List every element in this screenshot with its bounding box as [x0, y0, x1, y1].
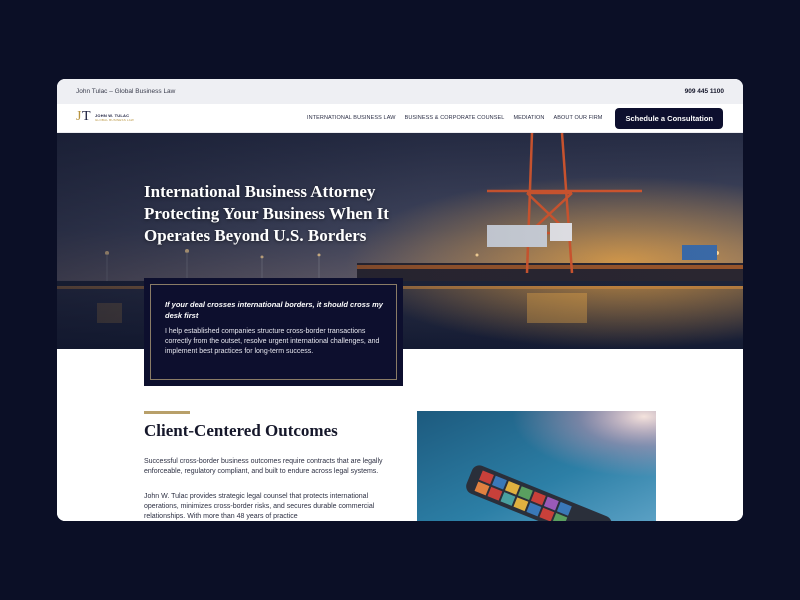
section-title: Client-Centered Outcomes [144, 421, 338, 440]
phone-number[interactable]: 909 445 1100 [685, 88, 724, 95]
nav-item-about-our-firm[interactable]: ABOUT OUR FIRM [554, 115, 603, 121]
logo-subtitle: GLOBAL BUSINESS LAW [95, 118, 134, 122]
nav-menu: INTERNATIONAL BUSINESS LAW BUSINESS & CO… [307, 107, 723, 129]
quote-body: I help established companies structure c… [165, 328, 380, 355]
section-divider [144, 411, 190, 414]
hero-title: International Business Attorney Protecti… [144, 182, 389, 245]
main-navbar: JT JOHN W. TULAC GLOBAL BUSINESS LAW INT… [57, 104, 743, 133]
logo[interactable]: JT JOHN W. TULAC GLOBAL BUSINESS LAW [76, 109, 134, 125]
browser-window: John Tulac – Global Business Law 909 445… [57, 79, 743, 521]
quote-box: If your deal crosses international borde… [144, 278, 403, 386]
schedule-consultation-button[interactable]: Schedule a Consultation [615, 107, 723, 129]
logo-monogram-icon: JT [76, 109, 91, 124]
nav-item-mediation[interactable]: MEDIATION [513, 115, 544, 121]
section-paragraph-2: John W. Tulac provides strategic legal c… [144, 493, 375, 520]
nav-item-business-corporate-counsel[interactable]: BUSINESS & CORPORATE COUNSEL [405, 115, 505, 121]
top-info-bar: John Tulac – Global Business Law 909 445… [57, 79, 743, 104]
site-title: John Tulac – Global Business Law [76, 88, 176, 95]
quote-heading: If your deal crosses international borde… [165, 300, 383, 320]
section-paragraph-1: Successful cross-border business outcome… [144, 458, 383, 475]
cargo-ship-image [417, 411, 656, 521]
nav-item-international-business-law[interactable]: INTERNATIONAL BUSINESS LAW [307, 115, 396, 121]
